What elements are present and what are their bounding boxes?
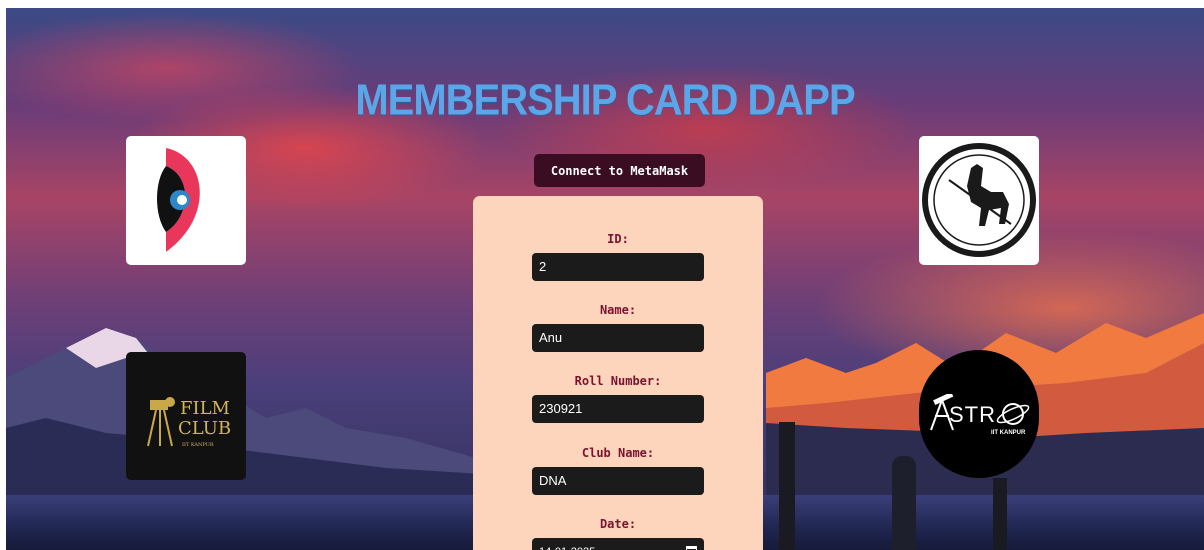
calendar-icon[interactable] <box>686 546 697 550</box>
dock-post <box>779 422 795 550</box>
id-label: ID: <box>607 232 629 246</box>
mountains-left <box>6 328 526 508</box>
club-name-label: Club Name: <box>581 446 655 460</box>
film-club-line2: CLUB <box>178 418 232 439</box>
roll-number-input[interactable]: 230921 <box>532 395 704 423</box>
film-club-line1: FILM <box>180 398 230 419</box>
film-club-logo[interactable]: FILM CLUB IIT KANPUR <box>126 352 246 480</box>
astro-subtitle: IIT KANPUR <box>991 430 1026 436</box>
film-club-line3: IIT KANPUR <box>182 442 214 448</box>
membership-form-card: ID: 2 Name: Anu Roll Number: 230921 Club… <box>473 196 763 550</box>
centaur-club-logo[interactable] <box>919 136 1039 265</box>
club-name-input[interactable]: DNA <box>532 467 704 495</box>
background-scene: MEMBERSHIP CARD DAPP Connect to MetaMask… <box>6 8 1204 550</box>
eye-logo-icon <box>157 148 200 252</box>
date-label: Date: <box>599 517 637 531</box>
dock-post-2 <box>993 478 1007 550</box>
person-silhouette <box>892 456 916 550</box>
page-title: MEMBERSHIP CARD DAPP <box>355 75 855 125</box>
planet-ring-icon <box>996 403 1030 425</box>
eye-club-logo[interactable] <box>126 136 246 265</box>
astro-club-logo[interactable]: STR IIT KANPUR <box>919 350 1039 478</box>
connect-metamask-button[interactable]: Connect to MetaMask <box>534 154 705 187</box>
centaur-logo-icon <box>922 143 1036 257</box>
date-input[interactable]: 14-01-2025 <box>532 538 704 550</box>
id-input[interactable]: 2 <box>532 253 704 281</box>
name-label: Name: <box>599 303 637 317</box>
roll-number-label: Roll Number: <box>574 374 662 388</box>
date-value: 14-01-2025 <box>539 546 595 550</box>
astro-word: STR <box>949 402 996 427</box>
name-input[interactable]: Anu <box>532 324 704 352</box>
